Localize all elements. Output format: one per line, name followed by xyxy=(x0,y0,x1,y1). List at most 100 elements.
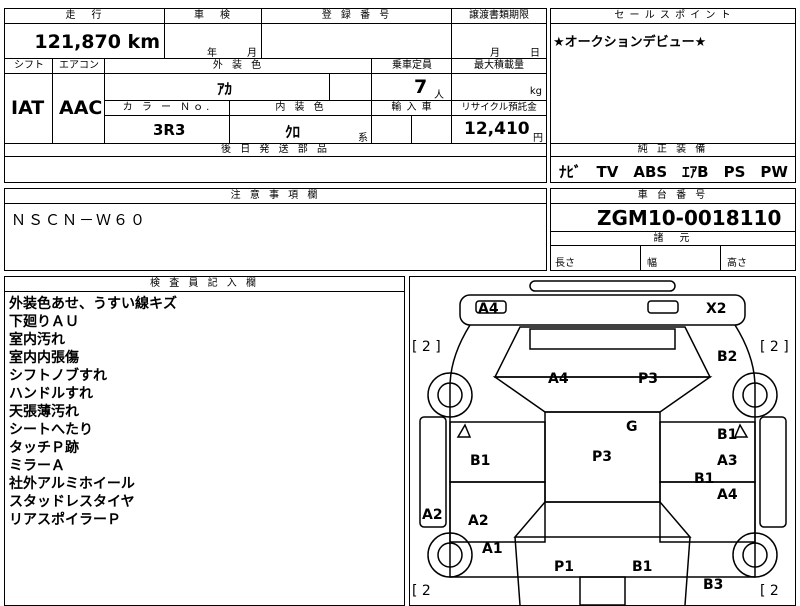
inspector-header: 検 査 員 記 入 欄 xyxy=(5,277,404,292)
capacity-header: 乗車定員 xyxy=(372,59,452,74)
chassis-box: 車 台 番 号 ZGM10-0018110 諸 元 長さ 幅 高さ xyxy=(550,188,796,271)
damage-mark-a4: A4 xyxy=(478,301,499,317)
aircon-header: エアコン xyxy=(53,59,105,74)
shift-cell: IAT xyxy=(5,74,53,144)
max-load-unit: kg xyxy=(529,86,542,97)
length-label: 長さ xyxy=(555,258,575,269)
exterior-extra xyxy=(330,74,372,101)
import-cell-a xyxy=(372,116,412,144)
height-label: 高さ xyxy=(727,258,747,269)
note-line: 外装色あせ、うすい線キズ xyxy=(9,296,177,312)
equipment-text: ﾅﾋﾞ TV ABS ｴｱB PS PW xyxy=(559,163,788,181)
color-no-cell: 3R3 xyxy=(105,116,230,144)
damage-mark-bracket: [ 2 xyxy=(760,583,779,599)
exterior-header: 外 装 色 xyxy=(105,59,372,74)
inspection-year: 年 xyxy=(207,48,217,59)
later-parts-header: 後 日 発 送 部 品 xyxy=(5,144,546,157)
damage-mark-b1: B1 xyxy=(632,559,653,575)
note-line: 室内内張傷 xyxy=(9,350,79,366)
recycle-cell: 12,410 円 xyxy=(452,116,546,144)
chassis-label: 車 台 番 号 xyxy=(637,190,709,201)
equipment-label: 純 正 装 備 xyxy=(637,144,709,155)
inspector-box: 検 査 員 記 入 欄 外装色あせ、うすい線キズ 下廻りＡＵ 室内汚れ 室内内張… xyxy=(4,276,405,606)
import-label: 輸 入 車 xyxy=(391,102,433,113)
shift-label: シフト xyxy=(14,60,44,71)
sales-point-box: セ ー ル ス ポ イ ン ト ★オークションデビュー★ 純 正 装 備 ﾅﾋﾞ… xyxy=(550,8,796,183)
damage-mark-a1: A1 xyxy=(482,541,503,557)
damage-mark-a4: A4 xyxy=(548,371,569,387)
interior-unit: 系 xyxy=(358,133,368,144)
capacity-value: 7 xyxy=(414,76,428,98)
transfer-label: 譲渡書類期限 xyxy=(469,10,529,21)
capacity-unit: 人 xyxy=(434,90,444,101)
damage-mark-a2: A2 xyxy=(422,507,443,523)
color-no-header: カ ラ ー Ｎｏ. xyxy=(105,101,230,116)
sales-point-header: セ ー ル ス ポ イ ン ト xyxy=(551,9,795,24)
interior-header: 内 装 色 xyxy=(230,101,372,116)
interior-label: 内 装 色 xyxy=(275,102,327,113)
note-line: シートへたり xyxy=(9,422,93,438)
width-label: 幅 xyxy=(647,258,657,269)
height-cell: 高さ xyxy=(721,246,795,270)
import-cell-b xyxy=(412,116,452,144)
caution-header: 注 意 事 項 欄 xyxy=(5,189,546,204)
inspection-cell: 年 月 xyxy=(165,24,262,59)
reg-cell xyxy=(262,24,452,59)
caution-box: 注 意 事 項 欄 ＮＳＣＮ－Ｗ６０ xyxy=(4,188,547,271)
max-load-header: 最大積載量 xyxy=(452,59,546,74)
note-line: タッチＰ跡 xyxy=(9,440,79,456)
damage-mark-p1: P1 xyxy=(554,559,575,575)
note-line: スタッドレスタイヤ xyxy=(9,494,135,510)
spec-header: 諸 元 xyxy=(551,231,795,246)
aircon-value: AAC xyxy=(59,97,103,119)
capacity-cell: 7 人 xyxy=(372,74,452,101)
chassis-value: ZGM10-0018110 xyxy=(597,206,782,230)
caution-text: ＮＳＣＮ－Ｗ６０ xyxy=(11,211,148,229)
note-line: 社外アルミホイール xyxy=(9,476,135,492)
reg-label: 登 録 番 号 xyxy=(321,10,393,21)
note-line: ミラーＡ xyxy=(9,458,65,474)
import-header: 輸 入 車 xyxy=(372,101,452,116)
damage-mark-p3: P3 xyxy=(592,449,613,465)
capacity-label: 乗車定員 xyxy=(392,60,432,71)
recycle-label: リサイクル預託金 xyxy=(461,102,537,113)
interior-value: ｸﾛ xyxy=(285,123,301,141)
damage-mark-b1: B1 xyxy=(694,471,715,487)
damage-mark-bracket: [ 2 ] xyxy=(760,339,789,355)
note-line: シフトノブすれ xyxy=(9,368,107,384)
damage-mark-a4: A4 xyxy=(717,487,738,503)
exterior-label: 外 装 色 xyxy=(212,60,265,71)
aircon-cell: AAC xyxy=(53,74,105,144)
damage-mark-bracket: [ 2 xyxy=(412,583,431,599)
damage-mark-g: G xyxy=(626,419,638,435)
equipment-header: 純 正 装 備 xyxy=(551,143,795,157)
inspection-header: 車 検 xyxy=(165,9,262,24)
inspection-month: 月 xyxy=(247,48,257,59)
mileage-label: 走 行 xyxy=(65,10,105,21)
shift-header: シフト xyxy=(5,59,53,74)
sales-point-text: ★オークションデビュー★ xyxy=(553,35,707,50)
damage-mark-b2: B2 xyxy=(717,349,738,365)
recycle-value: 12,410 xyxy=(464,119,530,139)
max-load-label: 最大積載量 xyxy=(474,60,524,71)
mileage-value: 121,870 km xyxy=(34,31,160,53)
damage-mark-b1: B1 xyxy=(717,427,738,443)
caution-label: 注 意 事 項 欄 xyxy=(230,190,321,201)
note-line: 天張薄汚れ xyxy=(9,404,79,420)
damage-mark-p3: P3 xyxy=(638,371,659,387)
damage-mark-x2: X2 xyxy=(706,301,727,317)
width-cell: 幅 xyxy=(641,246,721,270)
damage-mark-a3: A3 xyxy=(717,453,738,469)
inspector-label: 検 査 員 記 入 欄 xyxy=(150,278,259,289)
inspection-label: 車 検 xyxy=(194,10,233,21)
spec-label: 諸 元 xyxy=(653,233,693,244)
damage-mark-bracket: [ 2 ] xyxy=(412,339,441,355)
damage-mark-b1: B1 xyxy=(470,453,491,469)
damage-mark-b3: B3 xyxy=(703,577,724,593)
vehicle-info-table: 走 行 車 検 登 録 番 号 譲渡書類期限 121,870 km 年 月 月 … xyxy=(4,8,547,183)
recycle-header: リサイクル預託金 xyxy=(452,101,546,116)
car-diagram-box: A4 X2 [ 2 ] [ 2 ] B2 A4 P3 G B1 B1 P3 A3… xyxy=(409,276,796,606)
inspector-notes: 外装色あせ、うすい線キズ 下廻りＡＵ 室内汚れ 室内内張傷 シフトノブすれ ハン… xyxy=(9,295,177,529)
color-no-label: カ ラ ー Ｎｏ. xyxy=(122,102,213,113)
transfer-header: 譲渡書類期限 xyxy=(452,9,546,24)
